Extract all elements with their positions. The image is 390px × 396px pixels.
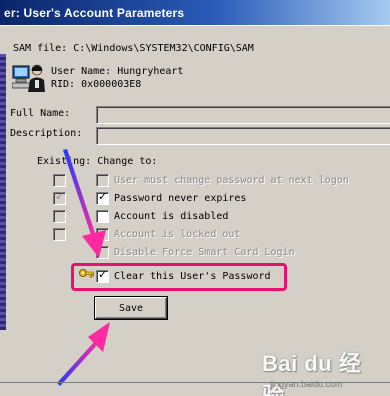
baidu-watermark: Bai du 经验 jingyan.baidu.com bbox=[262, 346, 382, 396]
description-field[interactable] bbox=[96, 127, 390, 145]
existing-disabled-checkbox bbox=[53, 210, 66, 223]
user-with-computer-icon bbox=[12, 64, 45, 92]
option-label-never-expires: Password never expires bbox=[114, 193, 247, 204]
user-name: User Name: Hungryheart bbox=[51, 66, 184, 77]
check-icon: ✓ bbox=[98, 190, 108, 203]
save-button[interactable]: Save bbox=[95, 297, 167, 319]
option-label-disabled: Account is disabled bbox=[114, 211, 229, 222]
watermark-url: jingyan.baidu.com bbox=[270, 379, 343, 389]
check-icon: ✓ bbox=[98, 268, 108, 281]
existing-must-change-checkbox bbox=[53, 174, 66, 187]
check-icon: ✓ bbox=[55, 190, 65, 203]
key-icon bbox=[79, 269, 94, 278]
change-never-expires-checkbox[interactable]: ✓ bbox=[96, 190, 109, 205]
existing-locked-out-checkbox bbox=[53, 228, 66, 241]
options-header: Existing: Change to: bbox=[37, 156, 158, 167]
title-divider bbox=[0, 25, 390, 26]
option-label-locked-out: Account is locked out bbox=[114, 229, 241, 240]
full-name-field[interactable] bbox=[96, 106, 390, 124]
change-must-change-checkbox bbox=[96, 174, 109, 187]
option-label-must-change: User must change password at next logon bbox=[114, 175, 349, 186]
option-label-smart-card: Disable Force Smart Card Login bbox=[114, 247, 295, 258]
left-decorative-strip bbox=[0, 54, 6, 330]
change-locked-out-checkbox bbox=[96, 228, 109, 241]
existing-never-expires-checkbox: ✓ bbox=[53, 190, 66, 205]
window-title: er: User's Account Parameters bbox=[4, 5, 185, 20]
arrow-to-save-button bbox=[57, 322, 110, 386]
full-name-label: Full Name: bbox=[10, 108, 71, 119]
change-smart-card-checkbox bbox=[96, 246, 109, 259]
user-rid: RID: 0x000003E8 bbox=[51, 79, 142, 90]
title-bar: er: User's Account Parameters bbox=[0, 0, 390, 25]
description-label: Description: bbox=[10, 128, 83, 139]
save-button-label: Save bbox=[118, 302, 144, 314]
clear-password-label: Clear this User's Password bbox=[114, 271, 271, 282]
sam-file-path: SAM file: C:\Windows\SYSTEM32\CONFIG\SAM bbox=[13, 43, 254, 54]
clear-password-checkbox[interactable]: ✓ bbox=[96, 268, 109, 283]
change-disabled-checkbox[interactable] bbox=[96, 210, 109, 223]
